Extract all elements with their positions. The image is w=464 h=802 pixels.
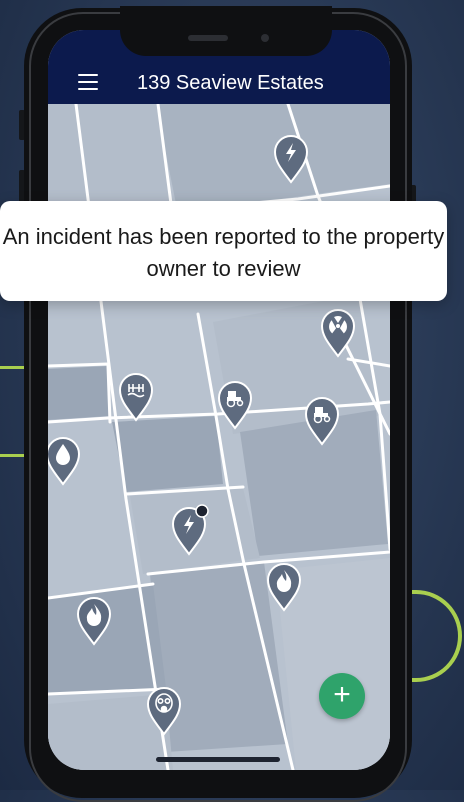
notification-badge	[195, 504, 209, 518]
phone-screen: 139 Seaview Estates +	[48, 30, 390, 770]
accent-arc	[410, 590, 462, 682]
toast-message: An incident has been reported to the pro…	[2, 224, 445, 281]
road	[48, 362, 110, 368]
add-incident-button[interactable]: +	[319, 673, 365, 719]
hamburger-menu-icon[interactable]	[78, 74, 98, 90]
parcel[interactable]	[48, 366, 110, 420]
parcel[interactable]	[112, 416, 223, 492]
incident-reported-toast: An incident has been reported to the pro…	[0, 201, 447, 301]
phone-notch	[120, 6, 332, 56]
home-indicator	[156, 757, 280, 762]
phone-speaker	[188, 35, 228, 41]
page-title: 139 Seaview Estates	[137, 72, 324, 94]
phone-camera	[261, 34, 269, 42]
